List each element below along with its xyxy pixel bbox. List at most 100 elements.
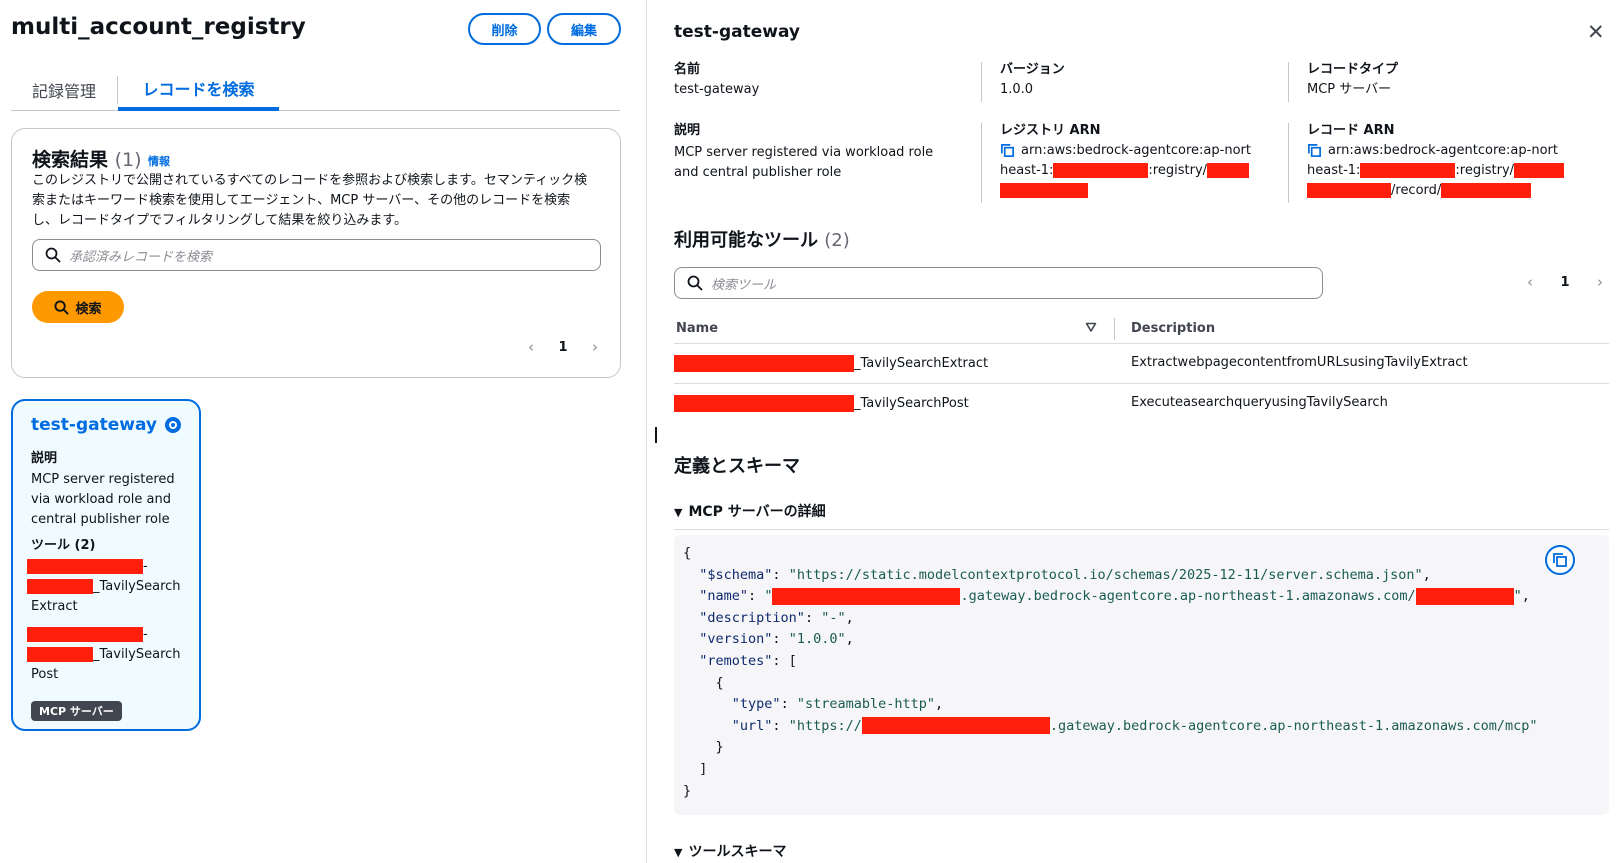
tab-search-records[interactable]: レコードを検索 [118,68,279,111]
mcp-details-label: MCP サーバーの詳細 [688,504,826,520]
redacted-block [1514,163,1565,178]
caret-down-icon: ▼ [674,846,683,859]
tool-name-suffix: _TavilySearchPost [854,396,969,411]
edit-button[interactable]: 編集 [547,13,621,45]
tool-name-cell: _TavilySearchExtract [674,355,988,372]
code-key: "description" [699,609,805,626]
field-version: バージョン 1.0.0 [1000,60,1280,100]
table-row[interactable]: _TavilySearchPost Executeasearchqueryusi… [674,383,1609,423]
field-value: 1.0.0 [1000,82,1034,97]
tool-name-suffix: _TavilySearchExtract [854,356,989,371]
tool-name-cell: _TavilySearchPost [674,395,969,412]
page-number[interactable]: 1 [1560,275,1569,290]
delete-button[interactable]: 削除 [468,13,541,45]
record-card-description: MCP server registered via workload role … [31,472,175,527]
code-value: .gateway.bedrock-agentcore.ap-northeast-… [960,588,1416,605]
search-button[interactable]: 検索 [32,291,124,323]
chevron-right-icon[interactable]: › [1597,273,1603,291]
search-results-title: 検索結果 [32,149,109,171]
caret-down-icon: ▼ [674,506,683,519]
close-icon[interactable]: ✕ [1587,20,1605,44]
record-card-tool: - _TavilySearch Post [27,625,197,685]
redacted-block [1415,587,1514,605]
page-number[interactable]: 1 [558,340,567,355]
record-card-title[interactable]: test-gateway [31,415,157,435]
chevron-left-icon[interactable]: ‹ [528,338,534,356]
detail-title: test-gateway [674,22,800,42]
registry-title: multi_account_registry [11,14,306,40]
table-row[interactable]: _TavilySearchExtract Extractwebpageconte… [674,343,1609,383]
chevron-right-icon[interactable]: › [592,338,598,356]
column-resizer[interactable] [1114,318,1115,340]
search-results-count: (1) [114,149,142,171]
json-code-block: { "$schema": "https://static.modelcontex… [674,535,1609,815]
code-key: "name" [699,588,749,605]
redacted-block [772,587,961,605]
code-value: " [764,588,773,605]
code-value: " [1513,588,1522,605]
code-value: "streamable-http" [796,696,935,713]
redacted-block [1360,163,1456,178]
copy-icon[interactable] [1307,143,1322,158]
field-description: 説明 MCP server registered via workload ro… [674,121,954,183]
record-search-input[interactable]: 承認済みレコードを検索 [32,239,601,271]
redacted-block [27,559,143,574]
code-value: "https:// [788,717,862,734]
tools-pagination: ‹ 1 › [1527,272,1603,292]
tools-search-input[interactable]: 検索ツール [674,267,1323,299]
redacted-block [1000,183,1088,198]
code-brace: { [683,545,692,561]
tab-records-management[interactable]: 記録管理 [11,68,117,111]
record-search-placeholder: 承認済みレコードを検索 [69,249,213,265]
column-header-description[interactable]: Description [1131,313,1531,343]
redacted-block [27,647,93,662]
redacted-block [861,717,1050,735]
tool-name-suffix: _TavilySearch [93,647,181,662]
redacted-block [1053,163,1149,178]
sort-down-icon[interactable] [1085,321,1097,333]
search-icon [687,275,703,291]
copy-code-button[interactable] [1545,545,1575,575]
field-value: test-gateway [674,82,760,97]
registry-arn-prefix: heast-1: [1000,163,1054,178]
registry-arn-mid: :registry/ [1148,163,1208,178]
field-value: MCP server registered via workload role … [674,145,934,180]
search-icon [54,299,70,315]
redacted-block [27,627,143,642]
tool-name-tail: Post [31,667,59,682]
field-value: MCP サーバー [1307,82,1392,97]
tools-schema-expander[interactable]: ▼ ツールスキーマ [674,841,786,861]
copy-icon[interactable] [1000,143,1015,158]
field-name: 名前 test-gateway [674,60,954,100]
column-divider [981,62,982,102]
info-link[interactable]: 情報 [148,153,170,169]
code-key: "version" [699,631,773,648]
detail-panel: test-gateway ✕ 名前 test-gateway バージョン 1.0… [647,0,1617,863]
search-results-heading: 検索結果 (1) [32,145,142,172]
code-key: "remotes" [699,652,773,669]
field-record-arn: レコード ARN arn:aws:bedrock-agentcore:ap-no… [1307,121,1607,201]
code-value: "-" [821,609,846,626]
registry-arn-line1: arn:aws:bedrock-agentcore:ap-nort [1021,143,1251,158]
search-icon [45,247,61,263]
record-select-radio[interactable] [165,417,181,433]
search-results-card: 検索結果 (1) 情報 このレジストリで公開されているすべてのレコードを参照およ… [11,128,621,378]
text-cursor [655,427,657,443]
record-card-tools-label: ツール (2) [31,538,96,553]
mcp-details-expander[interactable]: ▼ MCP サーバーの詳細 [674,501,1609,530]
tools-count: (2) [824,230,850,251]
redacted-block [674,355,854,372]
tools-heading-title: 利用可能なツール [674,230,818,251]
tools-search-placeholder: 検索ツール [711,277,777,293]
field-label: 名前 [674,62,701,77]
column-divider [1288,123,1289,203]
column-header-name[interactable]: Name [676,313,1096,343]
record-card-test-gateway[interactable]: test-gateway 説明 MCP server registered vi… [11,399,201,731]
tool-description-cell: ExecuteasearchqueryusingTavilySearch [1131,395,1388,410]
chevron-left-icon[interactable]: ‹ [1527,273,1533,291]
record-type-badge: MCP サーバー [31,701,122,721]
copy-icon [1553,553,1567,567]
record-card-tool: - _TavilySearch Extract [27,557,197,617]
tool-name-tail: Extract [31,599,78,614]
field-record-type: レコードタイプ MCP サーバー [1307,60,1597,100]
